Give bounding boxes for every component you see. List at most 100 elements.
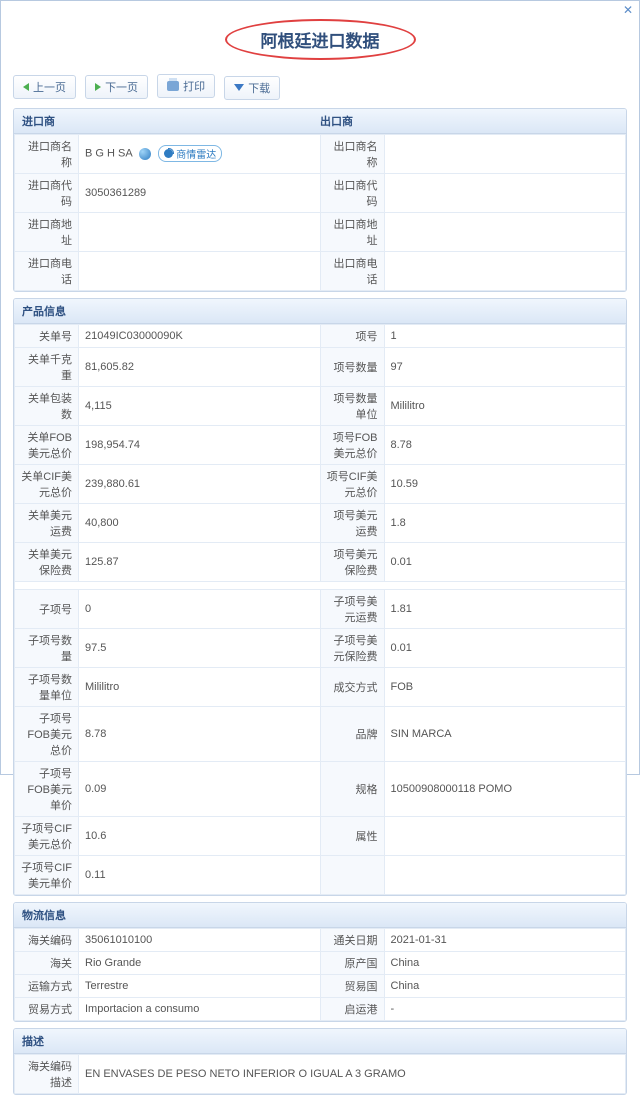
download-button[interactable]: 下载 (224, 76, 280, 100)
product-table: 关单号21049IC03000090K项号1 关单千克重81,605.82项号数… (14, 324, 626, 895)
cell-val: 0.09 (79, 761, 321, 816)
parties-table: 进口商名称 B G H SA 商情雷达 出口商名称 进口商代码 30503612… (14, 134, 626, 291)
logistics-panel: 物流信息 海关编码35061010100通关日期2021-01-31 海关Rio… (13, 902, 627, 1022)
table-row: 运输方式Terrestre贸易国China (15, 974, 626, 997)
cell-val: 0.11 (79, 855, 321, 894)
cell-val: Importacion a consumo (79, 997, 321, 1020)
exp-name-val (384, 134, 626, 173)
cell-val: China (384, 951, 626, 974)
cell-val: 125.87 (79, 542, 321, 581)
cell-val: 1.8 (384, 503, 626, 542)
exp-code-lbl: 出口商代码 (320, 173, 384, 212)
table-row: 关单包装数4,115项号数量单位Mililitro (15, 386, 626, 425)
download-icon (234, 84, 244, 91)
cell-lbl: 关单FOB美元总价 (15, 425, 79, 464)
cell-val: 8.78 (79, 706, 321, 761)
cell-lbl: 运输方式 (15, 974, 79, 997)
imp-tel-val (79, 251, 321, 290)
cell-val: FOB (384, 667, 626, 706)
cell-val: 10.59 (384, 464, 626, 503)
logistics-header: 物流信息 (14, 903, 626, 928)
cell-lbl: 贸易方式 (15, 997, 79, 1020)
cell-lbl: 子项号美元保险费 (320, 628, 384, 667)
title-area: 阿根廷进口数据 (13, 19, 627, 60)
imp-code-lbl: 进口商代码 (15, 173, 79, 212)
cell-val: 0.01 (384, 628, 626, 667)
cell-lbl: 品牌 (320, 706, 384, 761)
cell-val: Rio Grande (79, 951, 321, 974)
table-row: 子项号FOB美元单价0.09规格10500908000118 POMO (15, 761, 626, 816)
cell-lbl: 关单CIF美元总价 (15, 464, 79, 503)
prev-button[interactable]: 上一页 (13, 75, 76, 99)
cell-lbl: 项号FOB美元总价 (320, 425, 384, 464)
toolbar: 上一页 下一页 打印 下载 (13, 74, 627, 100)
radar-button[interactable]: 商情雷达 (158, 145, 222, 162)
cell-val: Mililitro (79, 667, 321, 706)
arrow-right-icon (95, 83, 101, 91)
table-row: 子项号CIF美元单价0.11 (15, 855, 626, 894)
cell-val: 10.6 (79, 816, 321, 855)
cell-lbl: 项号CIF美元总价 (320, 464, 384, 503)
table-row: 进口商地址 出口商地址 (15, 212, 626, 251)
cell-lbl: 属性 (320, 816, 384, 855)
cell-val: 0 (79, 589, 321, 628)
cell-lbl: 通关日期 (320, 928, 384, 951)
table-row: 子项号FOB美元总价8.78品牌SIN MARCA (15, 706, 626, 761)
exp-code-val (384, 173, 626, 212)
exp-addr-lbl: 出口商地址 (320, 212, 384, 251)
cell-lbl: 关单包装数 (15, 386, 79, 425)
table-row: 进口商名称 B G H SA 商情雷达 出口商名称 (15, 134, 626, 173)
cell-lbl: 子项号FOB美元总价 (15, 706, 79, 761)
table-row: 关单FOB美元总价198,954.74项号FOB美元总价8.78 (15, 425, 626, 464)
table-row: 贸易方式Importacion a consumo启运港- (15, 997, 626, 1020)
spacer-row (15, 581, 626, 589)
cell-lbl: 子项号CIF美元单价 (15, 855, 79, 894)
cell-lbl: 关单美元保险费 (15, 542, 79, 581)
product-panel: 产品信息 关单号21049IC03000090K项号1 关单千克重81,605.… (13, 298, 627, 896)
next-button[interactable]: 下一页 (85, 75, 148, 99)
cell-val: 10500908000118 POMO (384, 761, 626, 816)
cell-val: 198,954.74 (79, 425, 321, 464)
cell-lbl: 关单号 (15, 324, 79, 347)
printer-icon (167, 81, 179, 91)
cell-lbl: 关单美元运费 (15, 503, 79, 542)
table-row: 关单千克重81,605.82项号数量97 (15, 347, 626, 386)
cell-val: 21049IC03000090K (79, 324, 321, 347)
close-icon[interactable]: ✕ (623, 3, 633, 17)
cell-lbl (320, 855, 384, 894)
cell-val: 0.01 (384, 542, 626, 581)
table-row: 子项号CIF美元总价10.6属性 (15, 816, 626, 855)
table-row: 海关编码35061010100通关日期2021-01-31 (15, 928, 626, 951)
table-row: 关单美元保险费125.87项号美元保险费0.01 (15, 542, 626, 581)
table-row: 关单美元运费40,800项号美元运费1.8 (15, 503, 626, 542)
globe-icon[interactable] (139, 148, 151, 160)
cell-lbl: 关单千克重 (15, 347, 79, 386)
table-row: 进口商电话 出口商电话 (15, 251, 626, 290)
cell-val: China (384, 974, 626, 997)
print-label: 打印 (183, 78, 205, 94)
cell-val: 1.81 (384, 589, 626, 628)
cell-val (384, 855, 626, 894)
exporter-header: 出口商 (320, 113, 353, 129)
cell-lbl: 项号数量单位 (320, 386, 384, 425)
cell-val: SIN MARCA (384, 706, 626, 761)
radar-label: 商情雷达 (176, 146, 216, 161)
cell-lbl: 成交方式 (320, 667, 384, 706)
cell-lbl: 子项号美元运费 (320, 589, 384, 628)
cell-lbl: 子项号数量 (15, 628, 79, 667)
desc-val: EN ENVASES DE PESO NETO INFERIOR O IGUAL… (79, 1054, 626, 1093)
table-row: 子项号数量97.5子项号美元保险费0.01 (15, 628, 626, 667)
logistics-table: 海关编码35061010100通关日期2021-01-31 海关Rio Gran… (14, 928, 626, 1021)
next-label: 下一页 (105, 79, 138, 95)
parties-header: 进口商 出口商 (14, 109, 626, 134)
cell-lbl: 项号美元运费 (320, 503, 384, 542)
cell-val: 35061010100 (79, 928, 321, 951)
print-button[interactable]: 打印 (157, 74, 215, 98)
exp-tel-lbl: 出口商电话 (320, 251, 384, 290)
cell-lbl: 项号美元保险费 (320, 542, 384, 581)
cell-lbl: 启运港 (320, 997, 384, 1020)
page-title: 阿根廷进口数据 (225, 19, 416, 60)
description-header: 描述 (14, 1029, 626, 1054)
imp-name-lbl: 进口商名称 (15, 134, 79, 173)
exp-tel-val (384, 251, 626, 290)
